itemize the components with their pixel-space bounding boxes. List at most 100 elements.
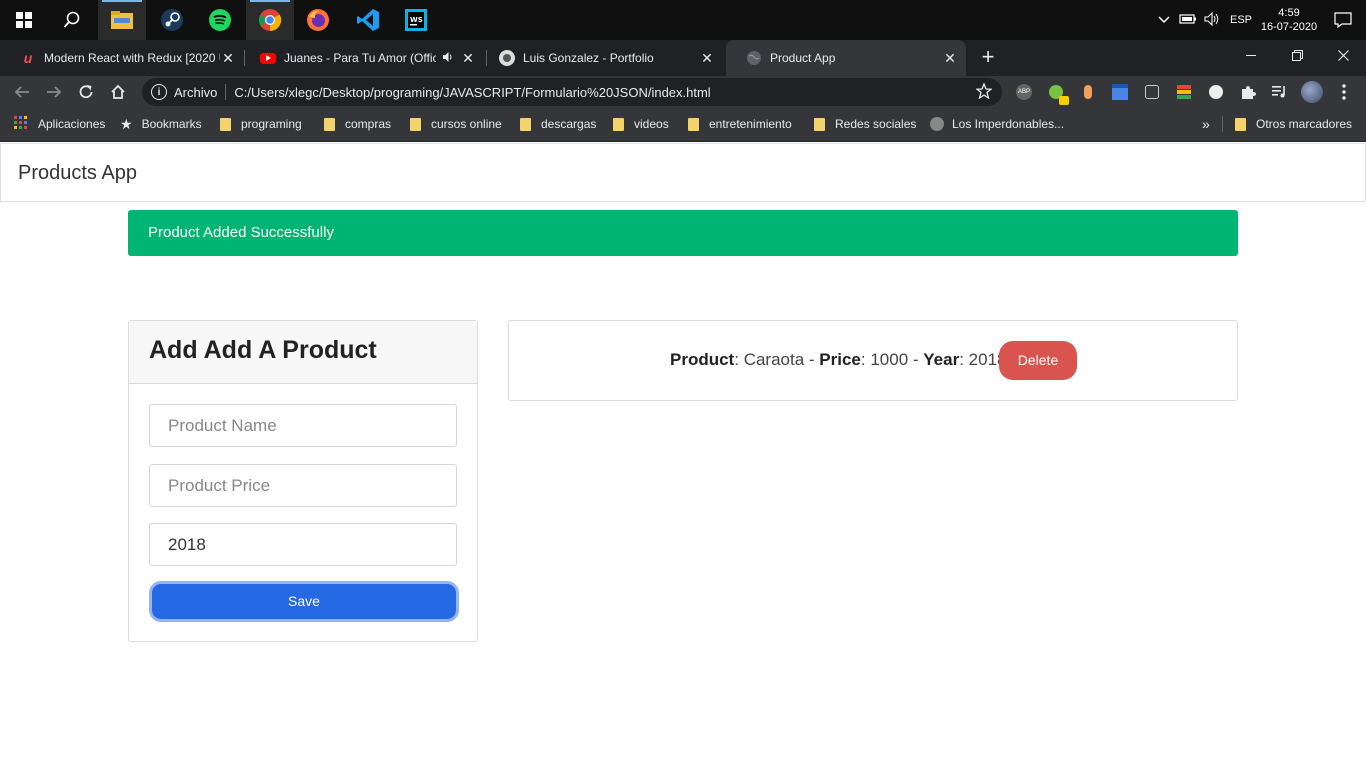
tab-title: Luis Gonzalez - Portfolio — [523, 51, 654, 65]
tab-close-icon[interactable]: ✕ — [942, 50, 958, 66]
battery-icon[interactable] — [1176, 13, 1200, 28]
bookmark-label: Otros marcadores — [1256, 117, 1353, 131]
apps-grid-icon — [14, 115, 28, 133]
bookmark-folder[interactable]: cursos online — [410, 108, 502, 140]
search-icon[interactable] — [48, 0, 96, 40]
product-name-input[interactable] — [149, 404, 457, 447]
extension-bulb-icon[interactable] — [1142, 82, 1162, 102]
volume-icon[interactable] — [1200, 11, 1224, 29]
forward-icon[interactable] — [40, 78, 68, 106]
system-tray: ESP 4:59 16-07-2020 — [1152, 0, 1366, 40]
svg-text:WS: WS — [410, 16, 423, 24]
chrome-icon[interactable] — [246, 0, 294, 40]
windows-start-icon[interactable] — [0, 0, 48, 40]
product-item: Product: Caraota - Price: 1000 - Year: 2… — [670, 350, 1007, 369]
menu-kebab-icon[interactable] — [1334, 82, 1354, 102]
bookmark-bookmarks[interactable]: ★ Bookmarks — [120, 108, 202, 140]
bookmarks-overflow-icon[interactable]: » — [1202, 108, 1210, 140]
navbar-brand[interactable]: Products App — [18, 162, 137, 185]
folder-icon — [410, 117, 421, 131]
firefox-icon[interactable] — [294, 0, 342, 40]
home-icon[interactable] — [104, 78, 132, 106]
product-name: Caraota — [743, 350, 805, 369]
vscode-icon[interactable] — [344, 0, 392, 40]
bookmark-label: Redes sociales — [835, 117, 917, 131]
bookmark-label: videos — [634, 117, 669, 131]
file-explorer-icon[interactable] — [98, 0, 146, 40]
media-controls-icon[interactable] — [1270, 82, 1290, 102]
save-button[interactable]: Save — [149, 581, 459, 622]
restore-icon[interactable] — [1274, 40, 1320, 70]
bookmark-label: Aplicaciones — [38, 117, 106, 131]
app-navbar: Products App — [0, 143, 1366, 202]
product-year-input[interactable] — [149, 523, 457, 566]
product-price-input[interactable] — [149, 464, 457, 507]
extension-green-icon[interactable] — [1046, 82, 1069, 105]
extension-stack-icon[interactable] — [1174, 82, 1194, 102]
extension-badge-icon[interactable]: ABP — [1014, 82, 1034, 102]
tab-product-app[interactable]: Product App ✕ — [726, 40, 966, 76]
audio-playing-icon[interactable] — [442, 51, 454, 66]
tab-juanes[interactable]: Juanes - Para Tu Amor (Official) ✕ — [240, 40, 484, 76]
info-icon[interactable]: i — [151, 84, 167, 100]
bookmark-folder[interactable]: Redes sociales — [814, 108, 916, 140]
webstorm-icon[interactable]: WS — [392, 0, 440, 40]
add-product-card: Add Add A Product Save — [128, 320, 478, 642]
extensions-puzzle-icon[interactable] — [1238, 82, 1258, 102]
reload-icon[interactable] — [72, 78, 100, 106]
extension-circle-icon[interactable] — [1206, 82, 1226, 102]
site-favicon-icon — [930, 117, 944, 131]
star-icon: ★ — [120, 115, 133, 132]
address-bar[interactable]: i Archivo C:/Users/xlegc/Desktop/program… — [142, 78, 1002, 106]
bookmark-label: Bookmarks — [141, 117, 202, 131]
extension-calendar-icon[interactable] — [1110, 82, 1130, 102]
tab-close-icon[interactable]: ✕ — [460, 50, 476, 66]
profile-avatar[interactable] — [1300, 80, 1324, 104]
clock-date: 16-07-2020 — [1260, 21, 1318, 33]
browser-toolbar: i Archivo C:/Users/xlegc/Desktop/program… — [0, 76, 1366, 108]
tab-close-icon[interactable]: ✕ — [699, 50, 715, 66]
spotify-icon[interactable] — [196, 0, 244, 40]
bookmark-apps[interactable]: Aplicaciones — [14, 108, 105, 140]
product-label: Product — [670, 350, 735, 369]
bookmark-label: compras — [345, 117, 392, 131]
youtube-icon — [260, 52, 276, 64]
windows-taskbar: WS ESP 4:59 16-07-2020 — [0, 0, 1366, 40]
new-tab-button[interactable]: + — [976, 46, 1000, 70]
bookmarks-divider — [1222, 116, 1223, 132]
udemy-icon: u — [23, 50, 33, 66]
folder-icon — [220, 117, 231, 131]
back-icon[interactable] — [8, 78, 36, 106]
url-text[interactable]: C:/Users/xlegc/Desktop/programing/JAVASC… — [234, 85, 710, 100]
language-indicator[interactable]: ESP — [1224, 14, 1258, 26]
chevron-up-icon[interactable] — [1152, 13, 1176, 27]
omnibox-divider — [225, 84, 227, 100]
bookmark-star-icon[interactable] — [975, 82, 993, 102]
bookmark-folder[interactable]: entretenimiento — [688, 108, 792, 140]
clock[interactable]: 4:59 16-07-2020 — [1258, 6, 1320, 34]
browser-tab-strip: u Modern React with Redux [2020 Update] … — [0, 40, 1366, 76]
bookmark-other[interactable]: Otros marcadores — [1235, 108, 1352, 140]
bookmark-folder[interactable]: videos — [613, 108, 669, 140]
bookmark-label: Los Imperdonables... — [952, 117, 1065, 131]
year-label: Year — [923, 350, 960, 369]
delete-button[interactable]: Delete — [999, 341, 1077, 380]
bookmark-site[interactable]: Los Imperdonables... — [930, 108, 1064, 140]
minimize-icon[interactable] — [1228, 40, 1274, 70]
web-page: Products App Product Added Successfully … — [0, 143, 1366, 768]
tab-title: Juanes - Para Tu Amor (Official) — [284, 51, 436, 65]
steam-icon[interactable] — [148, 0, 196, 40]
success-alert: Product Added Successfully — [128, 210, 1238, 256]
window-close-icon[interactable] — [1320, 40, 1366, 70]
bookmark-folder[interactable]: descargas — [520, 108, 596, 140]
folder-icon — [814, 117, 825, 131]
folder-icon — [1235, 117, 1246, 131]
notifications-icon[interactable] — [1320, 12, 1366, 28]
bookmark-folder[interactable]: compras — [324, 108, 391, 140]
bookmark-folder[interactable]: programing — [220, 108, 302, 140]
tab-modern-react[interactable]: u Modern React with Redux [2020 Update] … — [0, 40, 244, 76]
extension-orange-icon[interactable] — [1078, 82, 1098, 102]
folder-icon — [324, 117, 335, 131]
tab-portfolio[interactable]: Luis Gonzalez - Portfolio ✕ — [479, 40, 723, 76]
tab-close-icon[interactable]: ✕ — [220, 50, 236, 66]
